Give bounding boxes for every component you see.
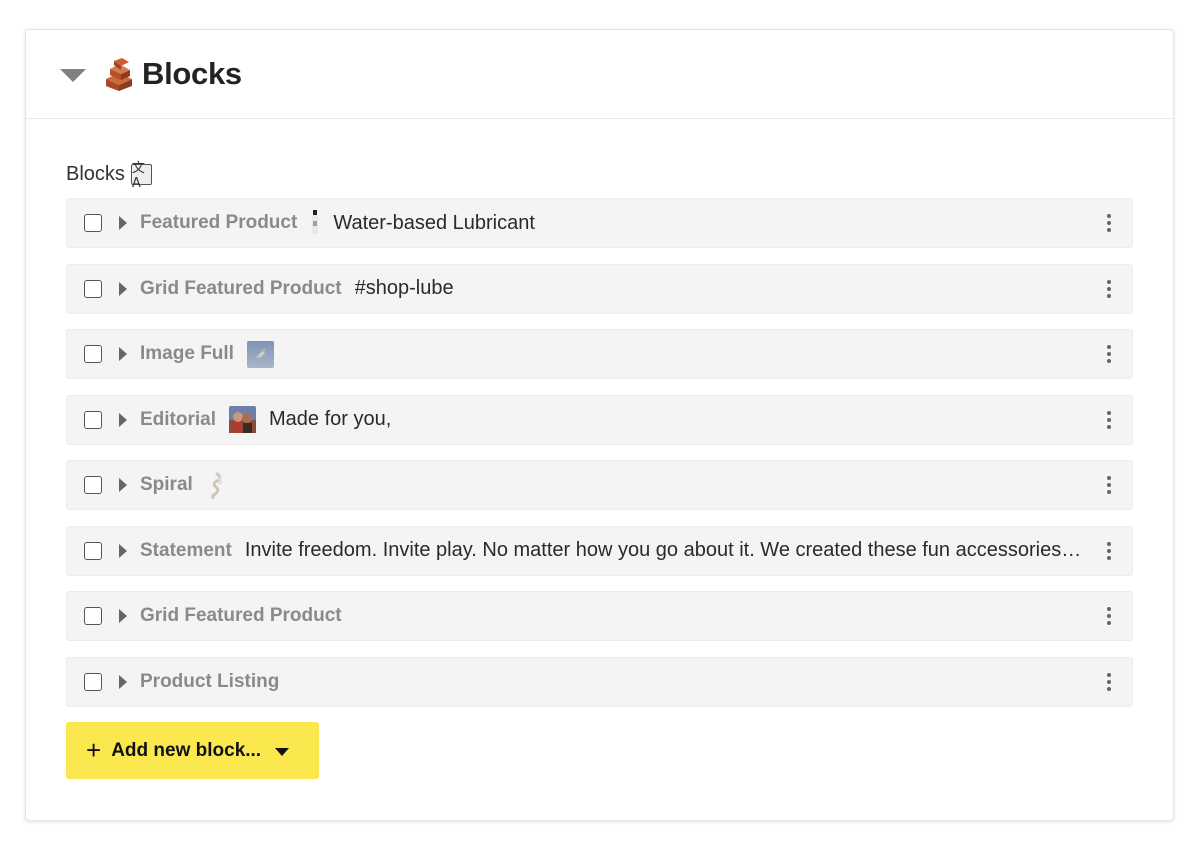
block-row[interactable]: Statement Invite freedom. Invite play. N…: [66, 525, 1133, 576]
block-type-label: Image Full: [140, 343, 234, 364]
expand-caret-icon[interactable]: [119, 281, 127, 296]
expand-caret-icon[interactable]: [119, 412, 127, 427]
more-options-icon[interactable]: [1102, 410, 1116, 430]
expand-caret-icon[interactable]: [119, 674, 127, 689]
block-summary: Water-based Lubricant: [333, 211, 535, 234]
row-checkbox[interactable]: [84, 672, 102, 691]
block-row[interactable]: Spiral: [66, 460, 1133, 510]
row-checkbox[interactable]: [84, 410, 102, 429]
block-type-label: Editorial: [140, 408, 217, 430]
row-checkbox[interactable]: [84, 279, 102, 298]
block-type-label: Product Listing: [140, 670, 280, 692]
add-new-block-button[interactable]: + Add new block...: [66, 722, 319, 779]
collapse-triangle-icon[interactable]: [60, 68, 86, 82]
row-checkbox[interactable]: [84, 607, 102, 625]
expand-caret-icon[interactable]: [119, 543, 127, 558]
field-label: Blocks: [66, 162, 125, 185]
translate-icon[interactable]: 文A: [130, 161, 152, 191]
spiral-thumbnail: [210, 472, 222, 499]
block-type-label: Statement: [140, 539, 232, 561]
block-list: Featured Product Water-based Lubricant G…: [66, 198, 1133, 707]
expand-caret-icon[interactable]: [119, 216, 127, 230]
more-options-icon[interactable]: [1102, 279, 1116, 299]
photo-thumbnail: [246, 340, 274, 368]
expand-caret-icon[interactable]: [119, 347, 127, 361]
add-block-label: Add new block...: [111, 739, 262, 761]
expand-caret-icon[interactable]: [119, 478, 127, 492]
block-type-label: Spiral: [140, 474, 193, 495]
more-options-icon[interactable]: [1102, 672, 1116, 692]
blocks-panel: Blocks Blocks 文A Featured Product Water-…: [25, 29, 1174, 821]
more-options-icon[interactable]: [1102, 213, 1116, 233]
row-checkbox[interactable]: [84, 541, 102, 560]
row-checkbox[interactable]: [84, 214, 102, 232]
block-type-label: Grid Featured Product: [140, 605, 342, 626]
block-summary: Invite freedom. Invite play. No matter h…: [244, 539, 1116, 561]
more-options-icon[interactable]: [1102, 475, 1116, 495]
row-checkbox[interactable]: [84, 476, 102, 494]
bottle-thumbnail: [312, 210, 319, 234]
brick-emoji-icon: [106, 58, 132, 91]
field-label-row: Blocks 文A: [66, 161, 1133, 191]
block-row[interactable]: Product Listing: [66, 656, 1133, 707]
expand-caret-icon[interactable]: [119, 609, 127, 623]
row-checkbox[interactable]: [84, 345, 102, 363]
block-row[interactable]: Featured Product Water-based Lubricant: [66, 198, 1133, 248]
more-options-icon[interactable]: [1102, 606, 1116, 626]
more-options-icon[interactable]: [1102, 541, 1116, 561]
more-options-icon[interactable]: [1102, 344, 1116, 364]
block-row[interactable]: Image Full: [66, 329, 1133, 379]
panel-body: Blocks 文A Featured Product Water-based L…: [26, 119, 1173, 779]
block-type-label: Grid Featured Product: [140, 277, 342, 299]
block-row[interactable]: Grid Featured Product: [66, 591, 1133, 641]
block-row[interactable]: Grid Featured Product #shop-lube: [66, 263, 1133, 314]
block-type-label: Featured Product: [140, 212, 298, 233]
people-thumbnail: [229, 406, 257, 433]
block-row[interactable]: Editorial Made for you,: [66, 394, 1133, 445]
panel-header[interactable]: Blocks: [26, 30, 1173, 119]
block-summary: Made for you,: [269, 408, 392, 430]
chevron-down-icon: [275, 748, 290, 756]
panel-title: Blocks: [142, 56, 242, 91]
plus-icon: +: [86, 734, 102, 765]
block-summary: #shop-lube: [354, 277, 454, 299]
